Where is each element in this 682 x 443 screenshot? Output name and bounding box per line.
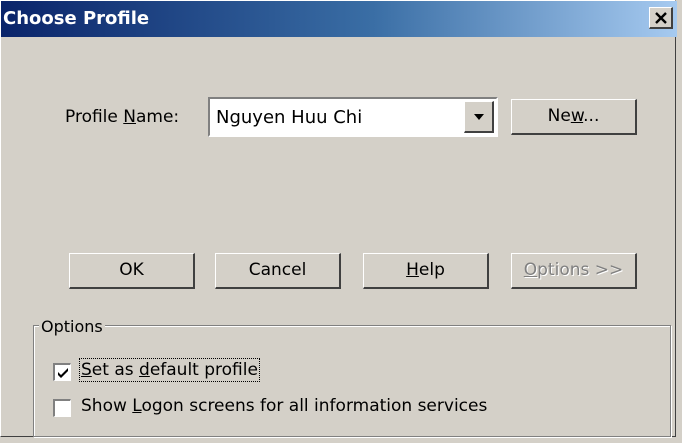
cancel-button[interactable]: Cancel [215, 253, 341, 289]
new-button[interactable]: New... [511, 99, 637, 135]
show-logon-label[interactable]: Show Logon screens for all information s… [81, 396, 487, 416]
show-logon-checkbox[interactable] [53, 399, 71, 417]
ok-button[interactable]: OK [69, 253, 195, 289]
checkmark-icon [58, 368, 68, 378]
title-bar[interactable]: Choose Profile [1, 1, 677, 37]
profile-name-combobox[interactable]: Nguyen Huu Chi [208, 97, 498, 137]
choose-profile-dialog: Choose Profile Profile Name: Nguyen Huu … [0, 0, 677, 437]
default-profile-checkbox[interactable] [53, 363, 71, 381]
dropdown-arrow-icon [474, 114, 484, 120]
options-groupbox [33, 325, 671, 437]
close-icon [654, 12, 667, 24]
options-button[interactable]: Options >> [511, 253, 637, 289]
options-group-title: Options [39, 317, 105, 336]
dropdown-button[interactable] [464, 101, 494, 133]
close-button[interactable] [649, 7, 673, 29]
window-title: Choose Profile [3, 8, 150, 29]
default-profile-label[interactable]: Set as default profile [79, 358, 260, 382]
profile-name-label: Profile Name: [65, 107, 180, 127]
profile-name-value: Nguyen Huu Chi [216, 107, 363, 128]
help-button[interactable]: Help [363, 253, 489, 289]
